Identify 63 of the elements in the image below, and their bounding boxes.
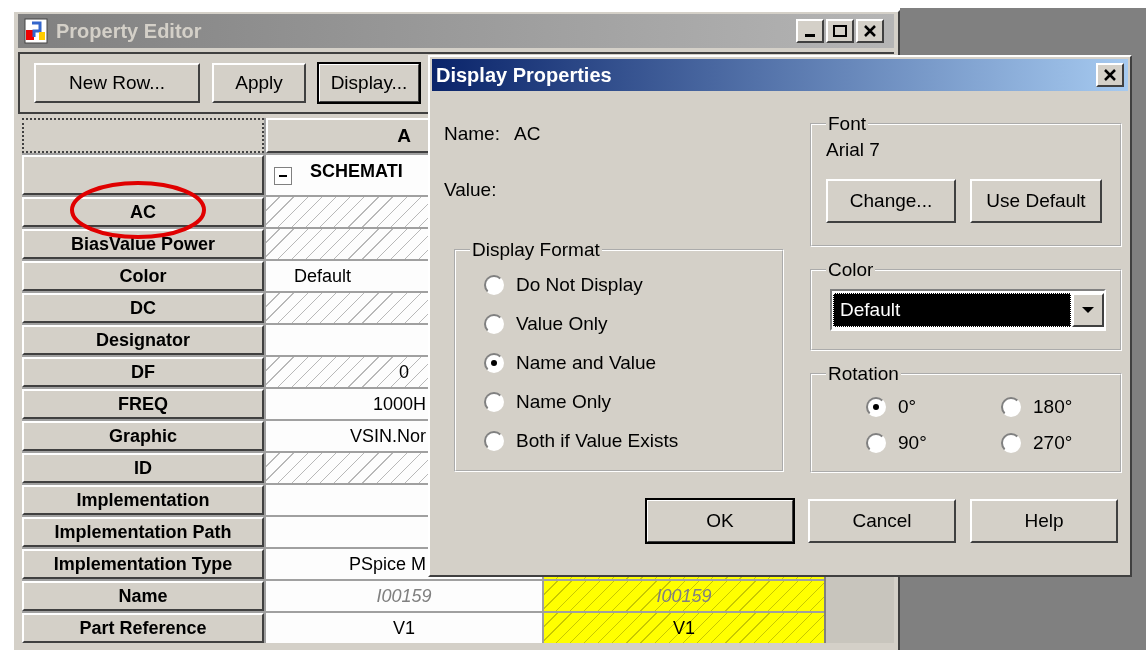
dialog-button[interactable]: Help [970,499,1118,543]
radio-circle[interactable] [484,274,504,295]
group-title: Color [827,259,875,281]
property-name[interactable]: Name [22,581,264,611]
toolbar-button[interactable]: Apply [212,63,306,103]
property-name[interactable]: DF [22,357,264,387]
radio-circle[interactable] [484,313,504,334]
minimize-icon [805,34,815,37]
property-name[interactable]: DC [22,293,264,323]
close-icon [864,25,876,37]
dropdown-arrow-icon [1081,306,1095,314]
toolbar-button[interactable]: New Row... [34,63,200,103]
font-name: Arial 7 [826,139,880,160]
name-value: AC [513,123,541,145]
property-value[interactable]: V1 [266,613,542,643]
dialog-button[interactable]: Cancel [808,499,956,543]
font-button[interactable]: Use Default [970,179,1102,223]
radio-circle[interactable] [1001,433,1021,453]
close-button[interactable] [856,19,884,43]
radio-circle[interactable] [484,430,504,451]
maximize-icon [833,25,847,37]
radio-circle[interactable] [866,433,886,453]
property-value[interactable]: I00159 [544,581,824,611]
value-label: Value: [444,179,498,201]
group-title: Display Format [471,239,601,261]
radio-option[interactable]: 0° [866,389,1001,425]
radio-circle[interactable] [484,352,504,373]
app-icon [24,18,48,44]
property-name[interactable]: Implementation Type [22,549,264,579]
property-name[interactable]: FREQ [22,389,264,419]
window-title: Property Editor [56,19,203,43]
property-name[interactable]: AC [22,197,264,227]
property-name[interactable]: Color [22,261,264,291]
name-label: Name: [444,123,500,145]
radio-option[interactable]: Value Only [470,304,768,343]
radio-option[interactable]: 180° [1001,389,1111,425]
property-name[interactable]: BiasValue Power [22,229,264,259]
radio-circle[interactable] [866,397,886,417]
group-label: SCHEMATI [310,161,403,182]
property-name[interactable]: Implementation [22,485,264,515]
property-name[interactable]: ID [22,453,264,483]
radio-option[interactable]: 90° [866,425,1001,461]
minimize-button[interactable] [796,19,824,43]
property-name[interactable]: Part Reference [22,613,264,643]
close-button[interactable] [1096,63,1124,87]
color-select[interactable]: Default [830,289,1106,331]
property-value[interactable]: V1 [544,613,824,643]
radio-option[interactable]: 270° [1001,425,1111,461]
property-value[interactable]: I00159 [266,581,542,611]
font-button[interactable]: Change... [826,179,956,223]
group-title: Font [827,113,868,135]
maximize-button[interactable] [826,19,854,43]
radio-circle[interactable] [484,391,504,412]
property-name[interactable]: Designator [22,325,264,355]
group-title: Rotation [827,363,900,385]
property-name[interactable]: Implementation Path [22,517,264,547]
collapse-toggle[interactable] [274,167,292,185]
toolbar-button[interactable]: Display... [318,63,420,103]
radio-circle[interactable] [1001,397,1021,417]
dialog-title: Display Properties [436,63,613,87]
close-icon [1103,68,1117,82]
property-name[interactable]: Graphic [22,421,264,451]
dialog-button[interactable]: OK [646,499,794,543]
